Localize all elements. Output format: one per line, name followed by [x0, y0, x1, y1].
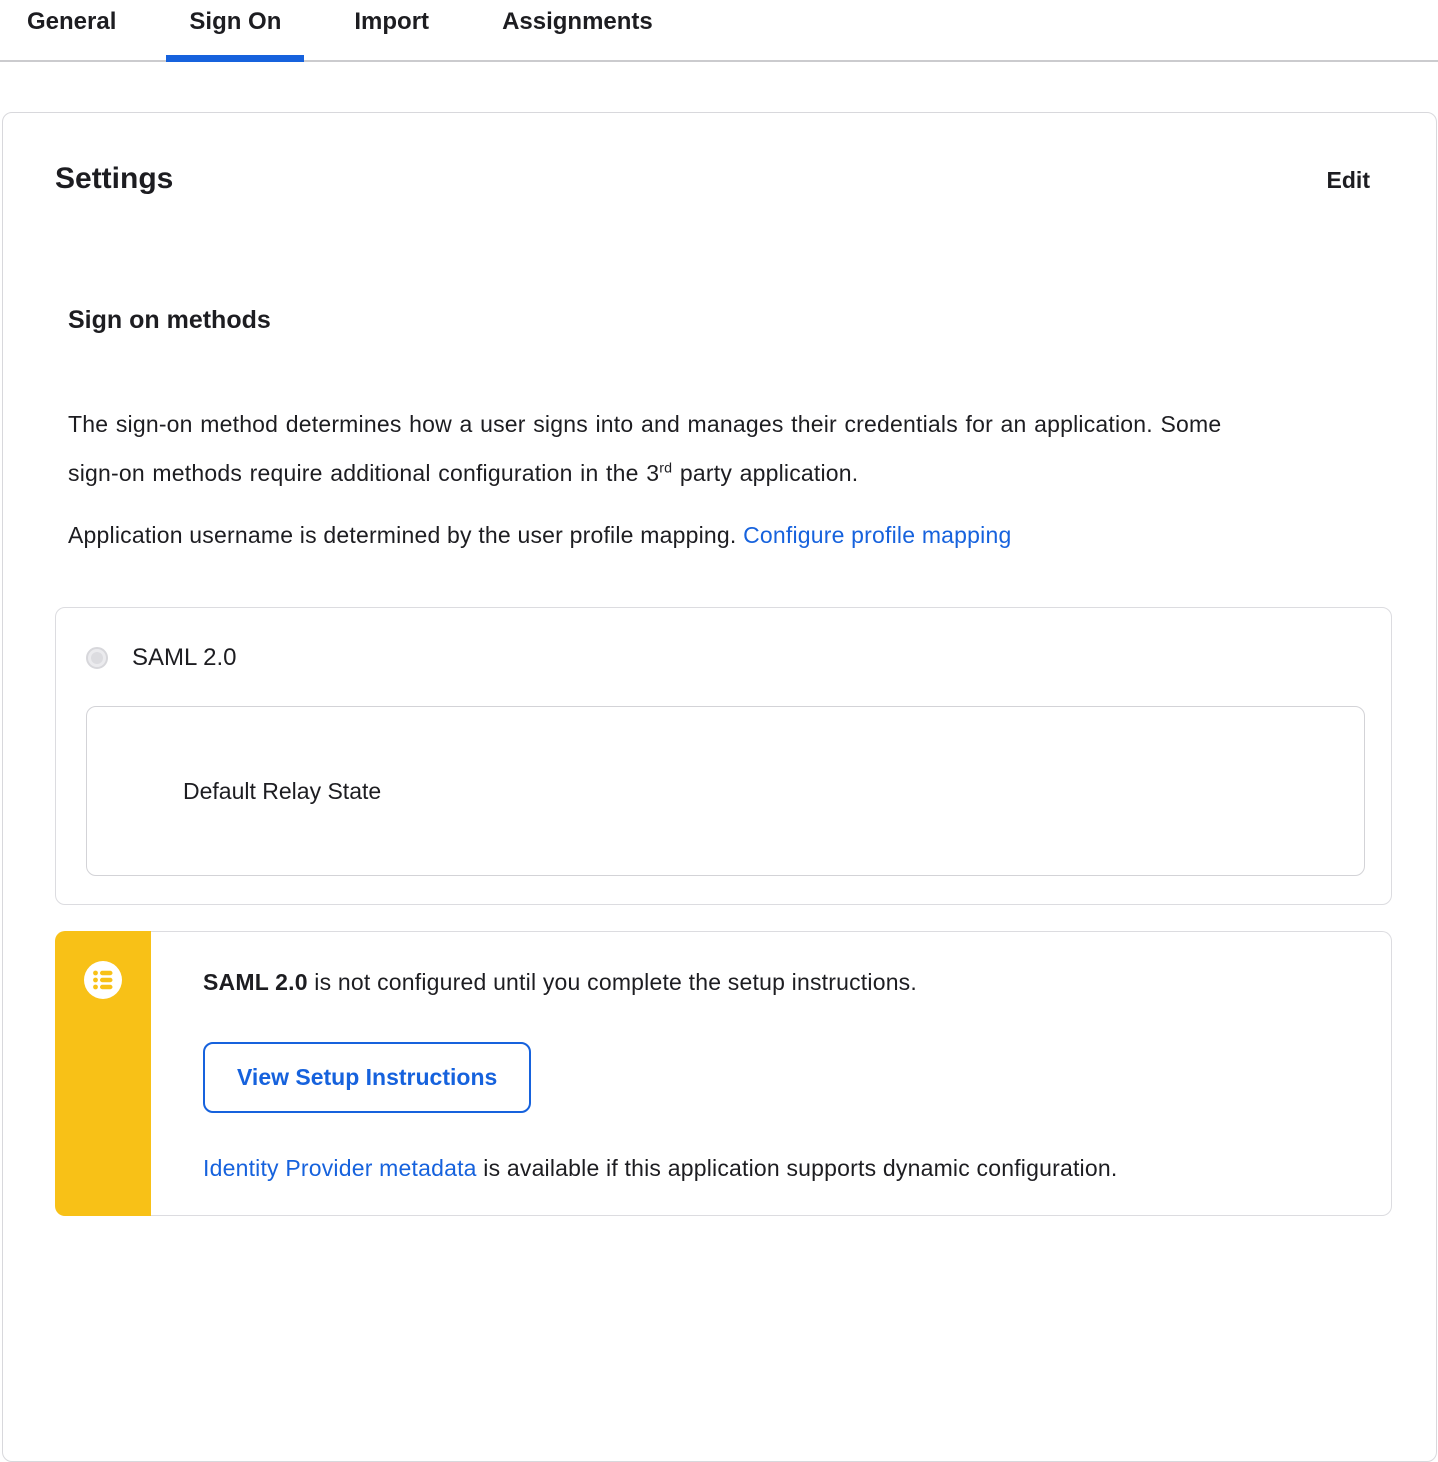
tab-assignments[interactable]: Assignments	[479, 0, 676, 60]
setup-callout: SAML 2.0 is not configured until you com…	[55, 931, 1392, 1216]
default-relay-state-label: Default Relay State	[183, 777, 382, 804]
callout-message: SAML 2.0 is not configured until you com…	[203, 966, 1351, 998]
description-text-after: party application.	[672, 460, 859, 486]
settings-card: Settings Edit Sign on methods The sign-o…	[2, 112, 1437, 1462]
saml-method-box: SAML 2.0 Default Relay State	[55, 607, 1392, 905]
saml-radio-button[interactable]	[86, 647, 108, 669]
edit-link[interactable]: Edit	[1327, 167, 1370, 194]
callout-highlight: SAML 2.0	[203, 969, 308, 995]
card-header: Settings Edit	[3, 160, 1436, 198]
metadata-note: Identity Provider metadata is available …	[203, 1153, 1351, 1183]
bulleted-list-icon	[84, 961, 122, 999]
saml-radio-label: SAML 2.0	[132, 644, 237, 671]
description-text: The sign-on method determines how a user…	[68, 411, 1222, 486]
tab-bar: General Sign On Import Assignments	[0, 0, 1438, 62]
tab-general[interactable]: General	[4, 0, 139, 60]
username-mapping-text: Application username is determined by th…	[68, 522, 737, 548]
configure-profile-mapping-link[interactable]: Configure profile mapping	[743, 522, 1011, 548]
default-relay-state-field: Default Relay State	[86, 706, 1365, 876]
sign-on-methods-section: Sign on methods The sign-on method deter…	[3, 304, 1436, 560]
callout-message-text: is not configured until you complete the…	[307, 969, 917, 995]
page-title: Settings	[55, 162, 174, 195]
metadata-note-text: is available if this application support…	[476, 1155, 1118, 1181]
username-mapping-note: Application username is determined by th…	[68, 511, 1376, 560]
method-boxes: SAML 2.0 Default Relay State SAML 2.0 is	[3, 607, 1436, 1216]
ordinal-superscript: rd	[659, 460, 673, 477]
identity-provider-metadata-link[interactable]: Identity Provider metadata	[203, 1155, 477, 1181]
sign-on-description: The sign-on method determines how a user…	[68, 400, 1238, 498]
saml-radio-row: SAML 2.0	[86, 644, 1365, 672]
callout-body: SAML 2.0 is not configured until you com…	[151, 931, 1392, 1216]
tab-sign-on[interactable]: Sign On	[166, 0, 305, 62]
callout-stripe	[55, 931, 151, 1216]
section-heading: Sign on methods	[68, 306, 271, 334]
tab-import[interactable]: Import	[331, 0, 452, 60]
view-setup-instructions-button[interactable]: View Setup Instructions	[203, 1042, 532, 1113]
